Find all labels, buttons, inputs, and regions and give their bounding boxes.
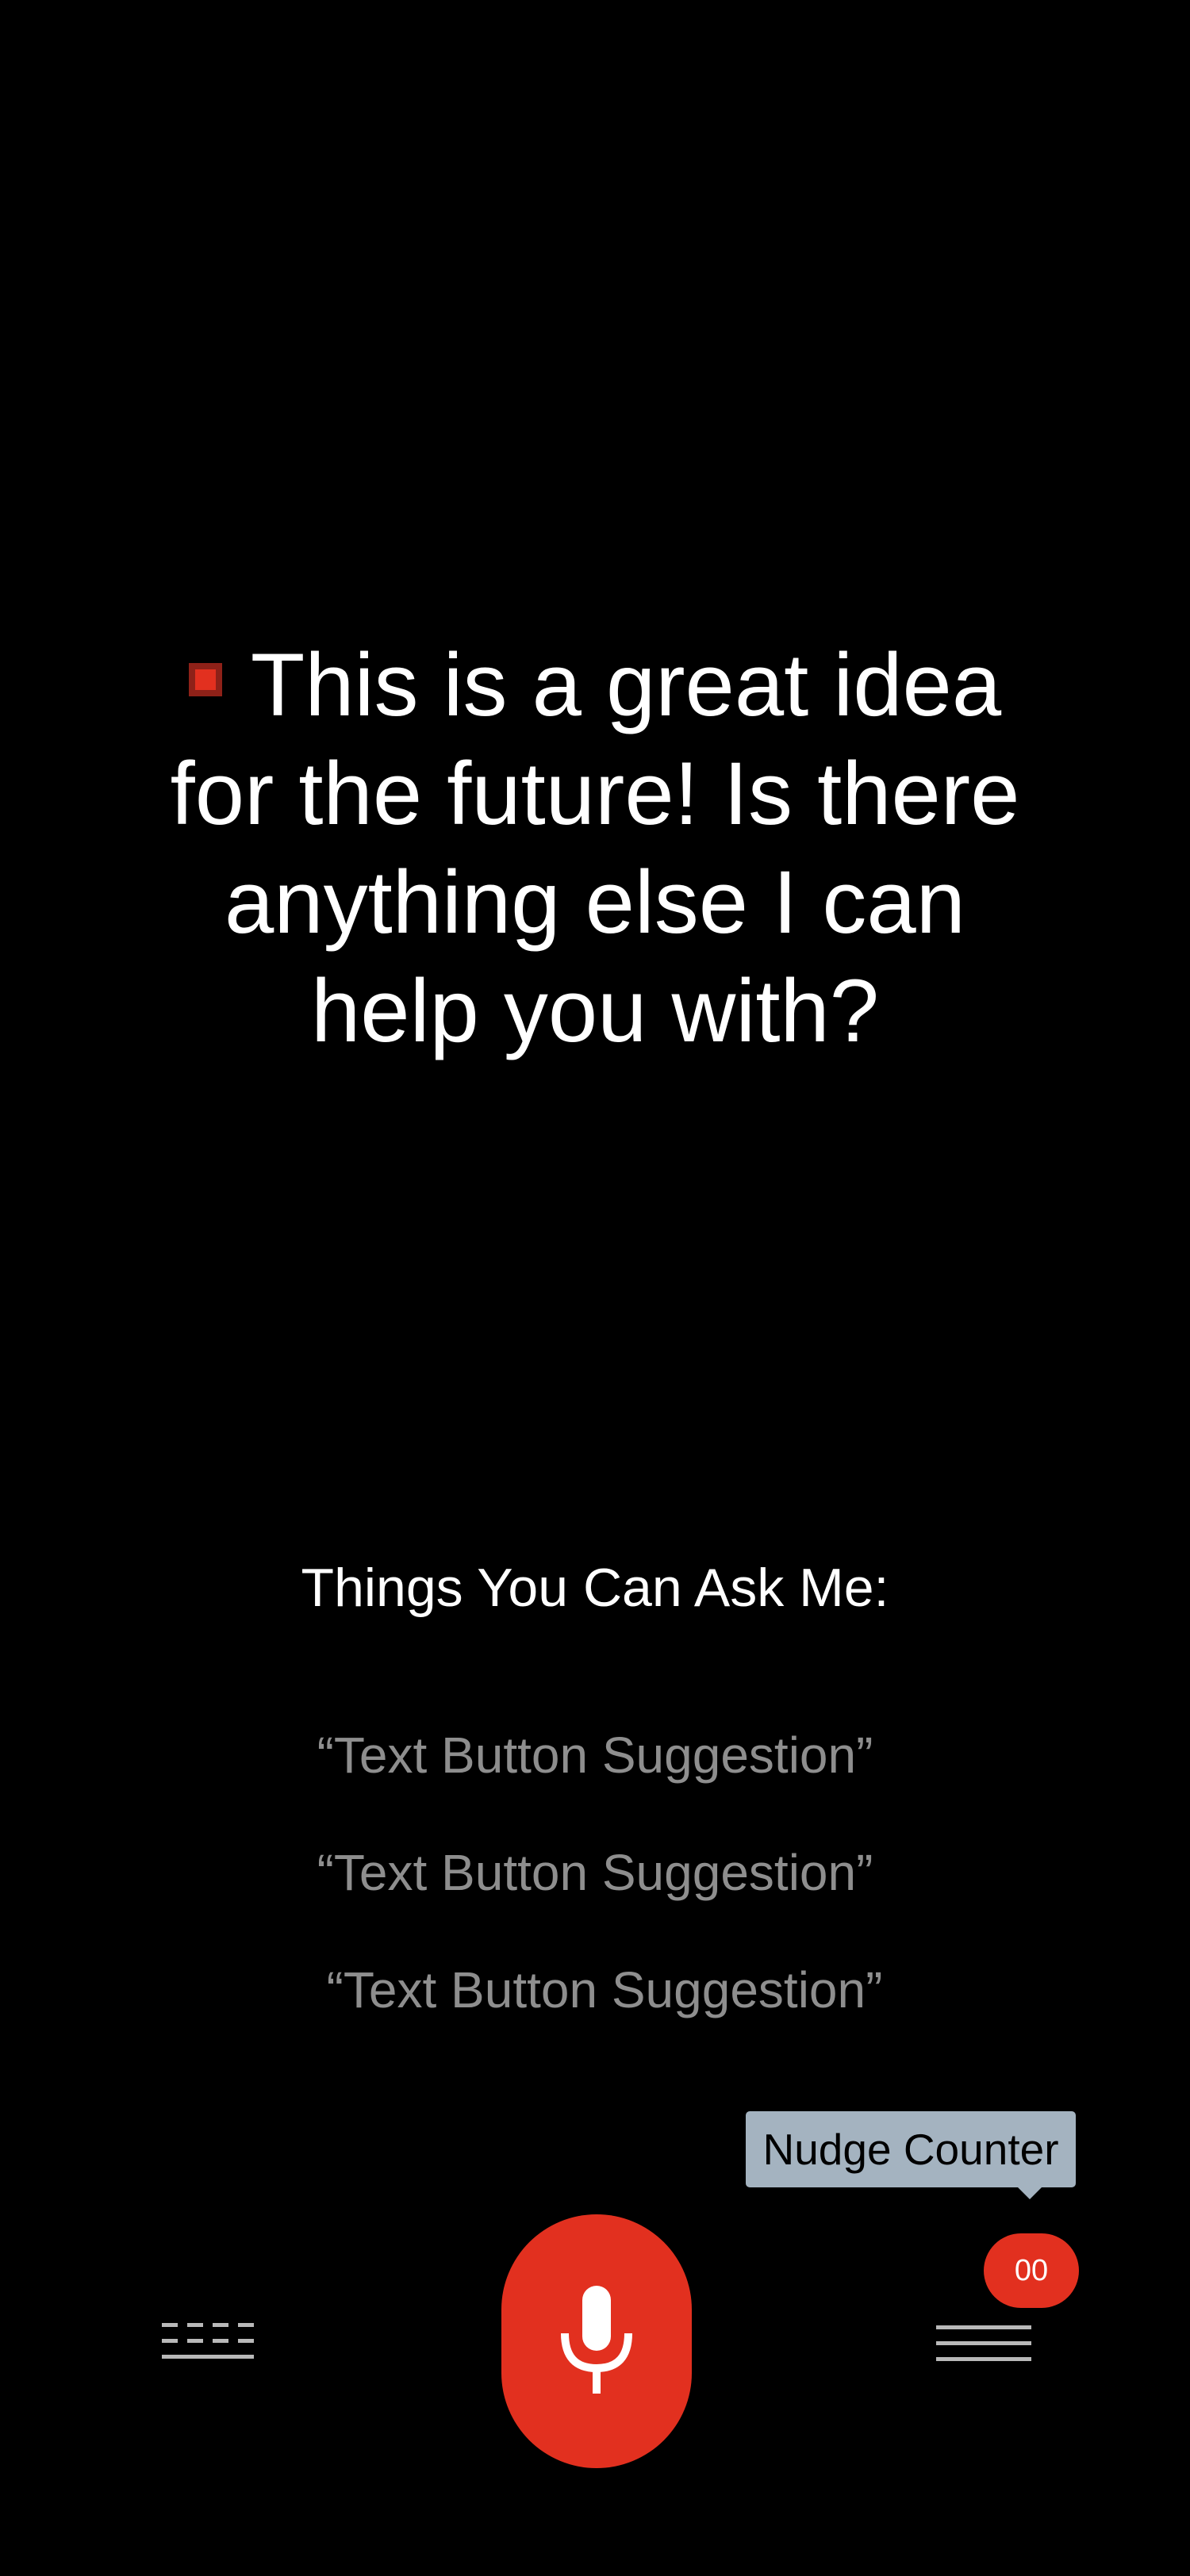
menu-icon	[936, 2325, 1031, 2361]
microphone-icon	[561, 2286, 632, 2394]
suggestion-button[interactable]: “Text Button Suggestion”	[0, 1841, 1190, 1904]
assistant-response: This is a great idea for the future! Is …	[143, 631, 1047, 1065]
suggestions-title: Things You Can Ask Me:	[301, 1558, 889, 1618]
keyboard-icon	[162, 2323, 254, 2359]
suggestion-button[interactable]: “Text Button Suggestion”	[10, 1958, 1190, 2022]
keyboard-button[interactable]	[159, 2320, 257, 2364]
menu-button[interactable]	[935, 2324, 1033, 2363]
red-square-indicator-icon	[188, 663, 222, 696]
suggestion-button[interactable]: “Text Button Suggestion”	[0, 1723, 1190, 1787]
microphone-button[interactable]	[501, 2214, 692, 2468]
assistant-response-text: This is a great idea for the future! Is …	[170, 635, 1020, 1060]
nudge-counter-badge[interactable]: 00	[984, 2233, 1079, 2308]
nudge-counter-tooltip: Nudge Counter	[746, 2111, 1076, 2187]
tooltip-arrow	[1017, 2187, 1042, 2199]
